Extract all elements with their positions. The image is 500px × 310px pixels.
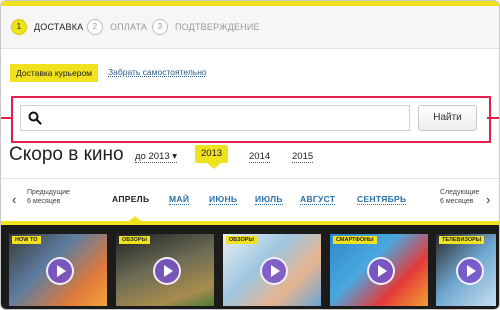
prev-label-line: Предыдущие [27,189,70,196]
next-six-months-link[interactable]: Следующие 6 месяцев [440,188,479,206]
step-label: ПОДТВЕРЖДЕНИЕ [175,22,260,32]
step-number: 1 [11,19,27,35]
step-delivery[interactable]: 1 ДОСТАВКА [11,19,83,35]
month-selector [1,178,499,221]
year-dropdown[interactable]: до 2013 ▾ [135,151,178,163]
play-icon[interactable] [456,257,484,285]
video-category-tag: HOW TO [12,236,41,244]
month-july[interactable]: ИЮЛЬ [255,194,283,205]
month-april[interactable]: АПРЕЛЬ [112,194,149,204]
checkout-steps: 1 ДОСТАВКА 2 ОПЛАТА 3 ПОДТВЕРЖДЕНИЕ [1,6,499,49]
search-input[interactable] [20,105,410,131]
step-label: ОПЛАТА [110,22,148,32]
play-icon[interactable] [260,257,288,285]
prev-six-months-link[interactable]: Предыдущие 6 месяцев [27,188,70,206]
year-selected-marker [207,163,221,169]
month-may[interactable]: МАЙ [169,194,190,205]
video-card[interactable]: ОБЗОРЫ [116,234,214,306]
prev-label-line: 6 месяцев [27,198,61,205]
video-category-tag: СМАРТФОНЫ [333,236,377,244]
step-confirmation[interactable]: 3 ПОДТВЕРЖДЕНИЕ [152,19,260,35]
search-icon [28,111,42,125]
play-icon[interactable] [367,257,395,285]
video-card[interactable]: HOW TO [9,234,107,306]
page-frame: 1 ДОСТАВКА 2 ОПЛАТА 3 ПОДТВЕРЖДЕНИЕ Дост… [0,0,500,310]
step-number: 2 [87,19,103,35]
video-category-tag: ОБЗОРЫ [119,236,150,244]
year-2013[interactable]: 2013 [195,145,229,163]
pickup-option-link[interactable]: Забрать самостоятельно [108,67,207,77]
step-label: ДОСТАВКА [34,22,84,32]
chevron-right-icon[interactable]: › [486,192,490,207]
chevron-left-icon[interactable]: ‹ [12,192,16,207]
video-category-tag: ОБЗОРЫ [226,236,257,244]
month-june[interactable]: ИЮНЬ [209,194,238,205]
step-payment[interactable]: 2 ОПЛАТА [87,19,147,35]
courier-delivery-option[interactable]: Доставка курьером [10,64,99,82]
play-icon[interactable] [46,257,74,285]
video-card[interactable]: СМАРТФОНЫ [330,234,428,306]
play-icon[interactable] [153,257,181,285]
month-august[interactable]: АВГУСТ [300,194,336,205]
search-button[interactable]: Найти [418,105,477,131]
video-category-tag: ТЕЛЕВИЗОРЫ [439,236,485,244]
year-2015[interactable]: 2015 [292,151,314,163]
next-label-line: 6 месяцев [440,198,474,205]
next-label-line: Следующие [440,189,480,196]
video-card[interactable]: ТЕЛЕВИЗОРЫ [436,234,496,306]
video-card[interactable]: ОБЗОРЫ [223,234,321,306]
chevron-down-icon: ▾ [172,151,178,162]
year-2014[interactable]: 2014 [249,151,271,163]
year-dropdown-label: до 2013 [135,151,170,162]
month-september[interactable]: СЕНТЯБРЬ [357,194,407,205]
step-number: 3 [152,19,168,35]
page-title: Скоро в кино [9,144,124,165]
